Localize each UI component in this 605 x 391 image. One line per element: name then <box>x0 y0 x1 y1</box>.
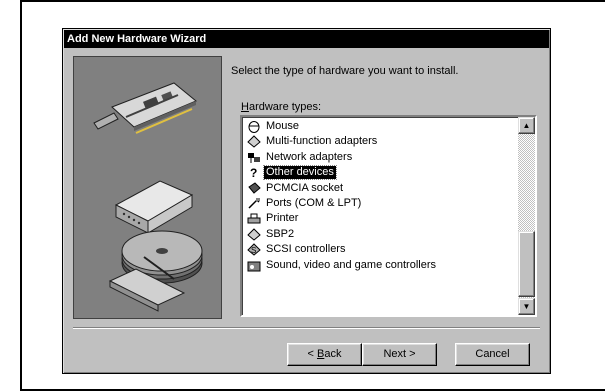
list-item-label: Multi-function adapters <box>266 135 378 148</box>
other-devices-icon: ? <box>247 166 261 180</box>
list-item-scsi-controller[interactable]: S SCSI controllers <box>244 242 520 257</box>
list-item-label: PCMCIA socket <box>266 181 344 194</box>
network-adapter-icon <box>247 151 261 164</box>
list-item-network-adapter[interactable]: Network adapters <box>244 150 520 165</box>
mouse-icon <box>247 120 261 133</box>
scsi-controller-icon: S <box>247 243 261 256</box>
list-item-sbp2[interactable]: SBP2 <box>244 227 520 242</box>
scroll-thumb[interactable] <box>518 231 535 297</box>
list-item-label: Sound, video and game controllers <box>266 258 436 271</box>
modem-icon <box>114 180 194 234</box>
vertical-scrollbar[interactable]: ▲ ▼ <box>518 117 535 315</box>
list-item-sound-video-game[interactable]: Sound, video and game controllers <box>244 258 520 273</box>
back-button-rest: ack <box>324 348 342 360</box>
button-separator <box>73 327 540 329</box>
hardware-types-label: Hardware types: <box>241 101 321 113</box>
disk-drive-icon <box>108 230 203 312</box>
sound-video-game-icon <box>247 259 261 272</box>
hardware-illustration <box>93 82 203 312</box>
next-button[interactable]: Next > <box>362 343 437 366</box>
list-item-label: Printer <box>266 212 299 225</box>
multifunction-adapter-icon <box>247 135 261 149</box>
title-bar: Add New Hardware Wizard <box>64 30 549 48</box>
list-item-label: SBP2 <box>266 227 295 240</box>
hardware-types-list: Mouse Multi-function adapters Network adap… <box>244 119 520 273</box>
list-item-label: SCSI controllers <box>266 243 346 256</box>
hardware-illustration-panel <box>73 56 222 319</box>
instruction-text: Select the type of hardware you want to … <box>231 65 459 77</box>
expansion-card-icon <box>93 82 197 134</box>
hardware-types-label-accesskey: H <box>241 101 249 113</box>
list-item-other-devices[interactable]: ? Other devices <box>244 165 520 181</box>
svg-text:S: S <box>251 246 256 255</box>
list-item-label: Other devices <box>263 165 337 181</box>
back-button-prefix: < <box>307 348 317 360</box>
list-item-ports[interactable]: Ports (COM & LPT) <box>244 196 520 211</box>
wizard-dialog: Add New Hardware Wizard Select the type … <box>62 28 551 374</box>
svg-text:?: ? <box>250 166 257 179</box>
sbp2-icon <box>247 228 261 241</box>
list-item-label: Network adapters <box>266 150 353 163</box>
printer-icon <box>247 212 261 225</box>
scroll-up-button[interactable]: ▲ <box>518 117 535 134</box>
list-item-label: Mouse <box>266 120 300 132</box>
ports-icon <box>247 197 261 210</box>
hardware-types-listbox[interactable]: Mouse Multi-function adapters Network adap… <box>240 115 537 317</box>
list-item-mouse[interactable]: Mouse <box>244 119 520 134</box>
cancel-button[interactable]: Cancel <box>455 343 530 366</box>
back-button[interactable]: < Back <box>287 343 362 366</box>
list-item-multifunction-adapter[interactable]: Multi-function adapters <box>244 134 520 149</box>
scroll-down-button[interactable]: ▼ <box>518 298 535 315</box>
pcmcia-socket-icon <box>247 181 261 195</box>
hardware-types-label-rest: ardware types: <box>248 101 322 113</box>
list-item-pcmcia-socket[interactable]: PCMCIA socket <box>244 181 520 196</box>
list-item-label: Ports (COM & LPT) <box>266 196 362 209</box>
list-item-printer[interactable]: Printer <box>244 211 520 226</box>
